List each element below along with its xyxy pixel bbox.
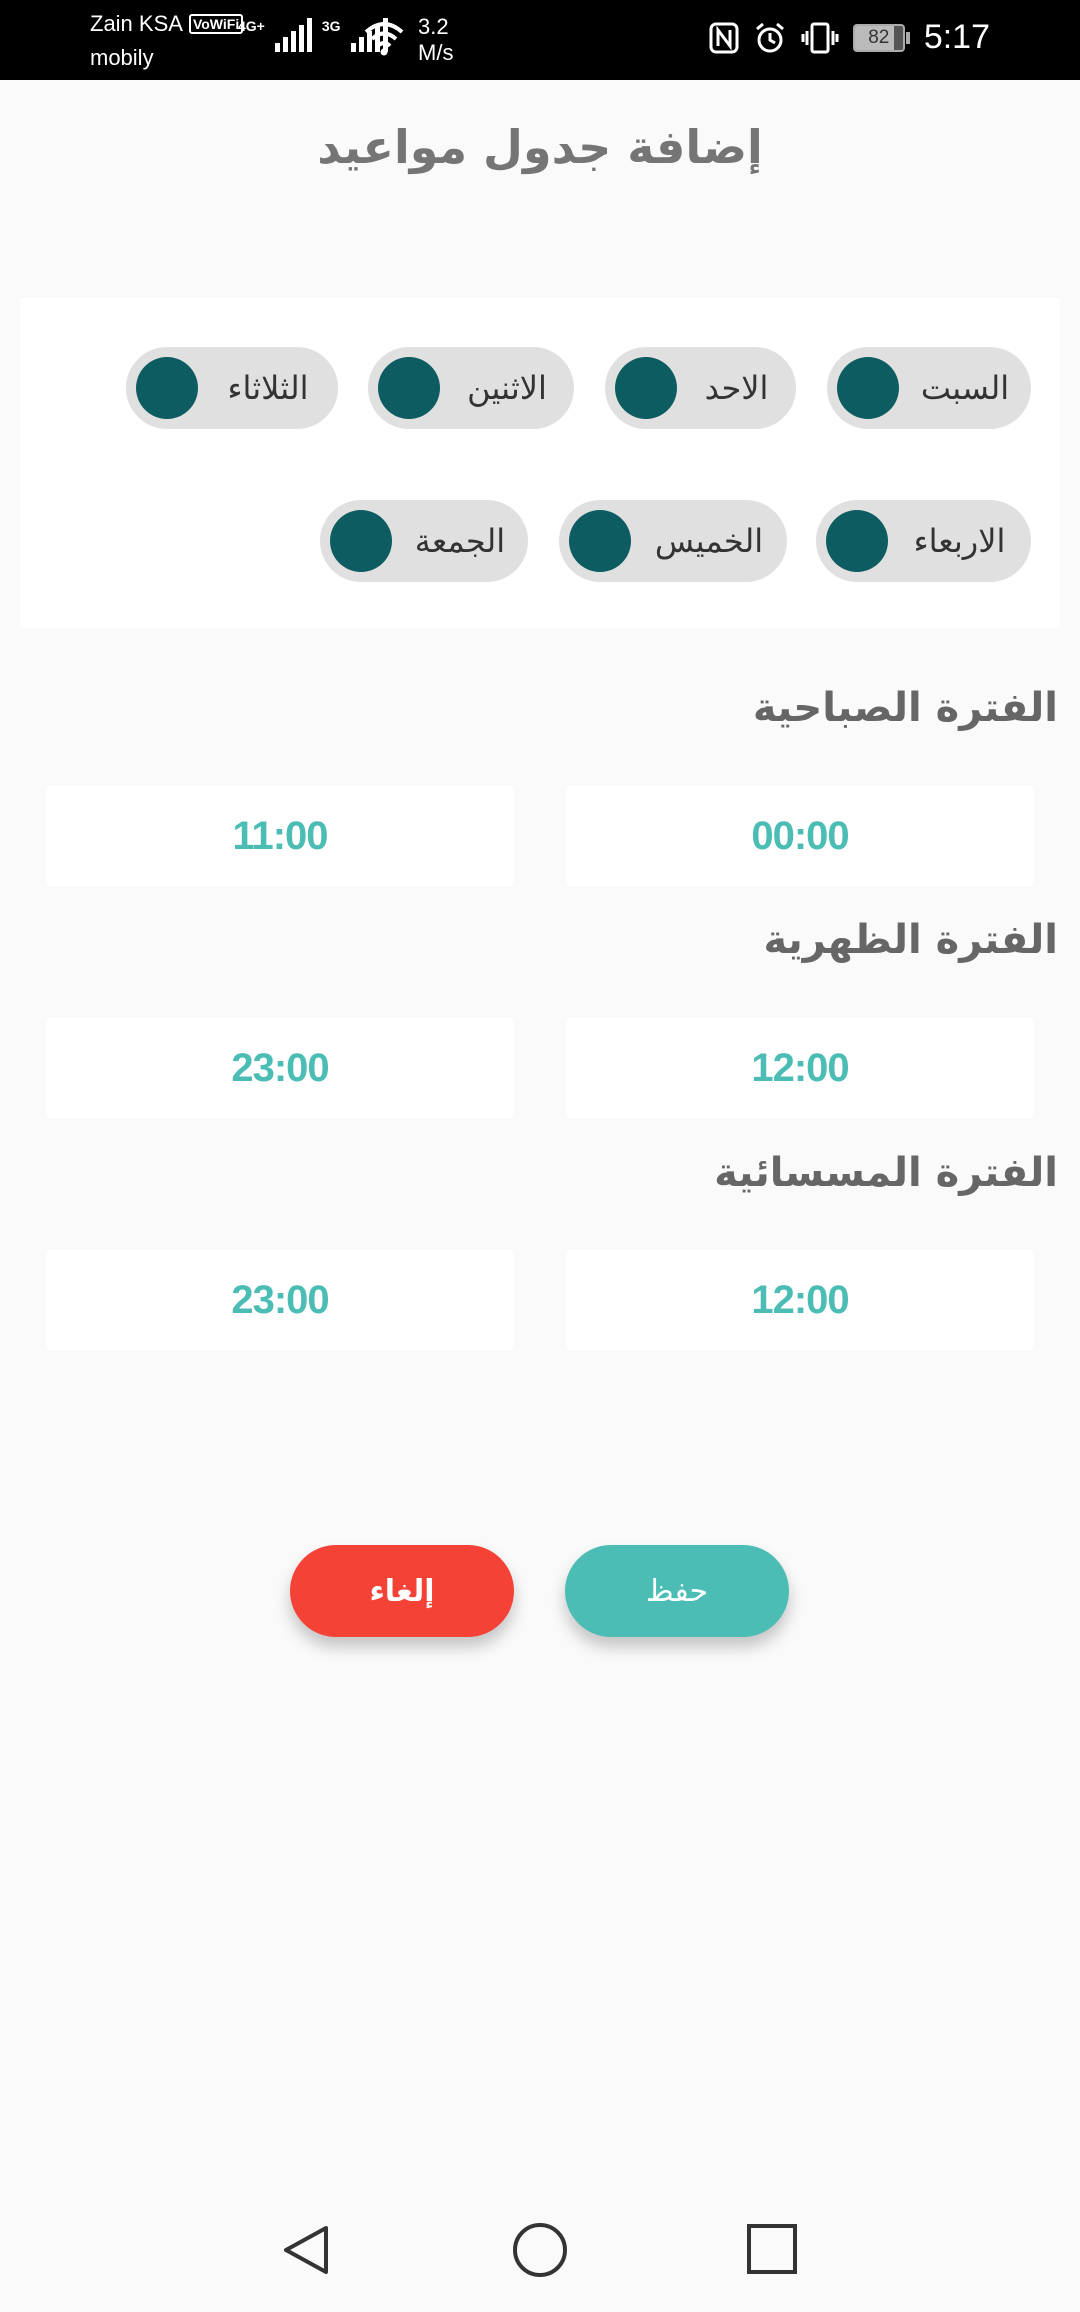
morning-period-title: الفترة الصباحية <box>752 685 1058 731</box>
status-bar: Zain KSA VoWiFi mobily 4G+ 3G 3.2 M/s 82… <box>0 0 1080 80</box>
toggle-knob <box>826 510 888 572</box>
morning-from-time[interactable]: 00:00 <box>566 786 1034 886</box>
vibrate-icon <box>801 22 839 53</box>
page-title: إضافة جدول مواعيد <box>317 120 763 174</box>
day-toggle-tuesday[interactable]: الثلاثاء <box>126 347 338 429</box>
day-label: الثلاثاء <box>227 369 309 407</box>
evening-from-time[interactable]: 12:00 <box>566 1250 1034 1350</box>
navigation-bar <box>0 2180 1080 2312</box>
day-label: الجمعة <box>414 522 506 560</box>
evening-to-time[interactable]: 23:00 <box>46 1250 514 1350</box>
nfc-icon <box>709 22 739 53</box>
status-icons: 82 5:17 <box>709 18 990 57</box>
day-label: الاحد <box>704 369 769 407</box>
toggle-knob <box>569 510 631 572</box>
carrier-name-secondary: mobily <box>90 44 154 70</box>
toggle-knob <box>837 357 899 419</box>
noon-from-time[interactable]: 12:00 <box>566 1018 1034 1118</box>
alarm-icon <box>755 22 784 52</box>
days-card: السبت الاحد الاثنين الثلاثاء الاربعاء ال… <box>20 298 1060 628</box>
day-toggle-monday[interactable]: الاثنين <box>368 347 574 429</box>
network-type-label: 4G+ <box>238 18 265 34</box>
noon-period-title: الفترة الظهرية <box>763 917 1058 963</box>
day-label: الاثنين <box>467 369 547 407</box>
wifi-icon <box>364 22 404 56</box>
back-icon[interactable] <box>282 2224 330 2276</box>
toggle-knob <box>615 357 677 419</box>
noon-to-time[interactable]: 23:00 <box>46 1018 514 1118</box>
home-icon[interactable] <box>513 2223 567 2277</box>
day-toggle-saturday[interactable]: السبت <box>827 347 1031 429</box>
toggle-knob <box>136 357 198 419</box>
battery-level: 82 <box>868 26 890 48</box>
save-button[interactable]: حفظ <box>565 1545 789 1637</box>
day-toggle-sunday[interactable]: الاحد <box>605 347 796 429</box>
day-label: الاربعاء <box>913 522 1006 560</box>
evening-period-title: الفترة المسسائية <box>714 1150 1058 1196</box>
morning-to-time[interactable]: 11:00 <box>46 786 514 886</box>
vowifi-badge: VoWiFi <box>188 13 244 34</box>
day-label: السبت <box>920 369 1010 407</box>
cancel-button[interactable]: إلغاء <box>290 1545 514 1637</box>
network-type-label-secondary: 3G <box>321 18 341 34</box>
carrier-info: Zain KSA VoWiFi mobily <box>90 10 244 71</box>
battery-icon: 82 <box>852 23 910 52</box>
day-toggle-wednesday[interactable]: الاربعاء <box>816 500 1031 582</box>
signal-icon <box>274 18 312 52</box>
toggle-knob <box>378 357 440 419</box>
network-speed: 3.2 M/s <box>418 14 454 65</box>
toggle-knob <box>330 510 392 572</box>
carrier-name: Zain KSA <box>90 11 183 36</box>
day-toggle-thursday[interactable]: الخميس <box>559 500 787 582</box>
recent-apps-icon[interactable] <box>747 2224 797 2274</box>
day-label: الخميس <box>654 522 764 560</box>
day-toggle-friday[interactable]: الجمعة <box>320 500 528 582</box>
clock: 5:17 <box>923 18 990 56</box>
